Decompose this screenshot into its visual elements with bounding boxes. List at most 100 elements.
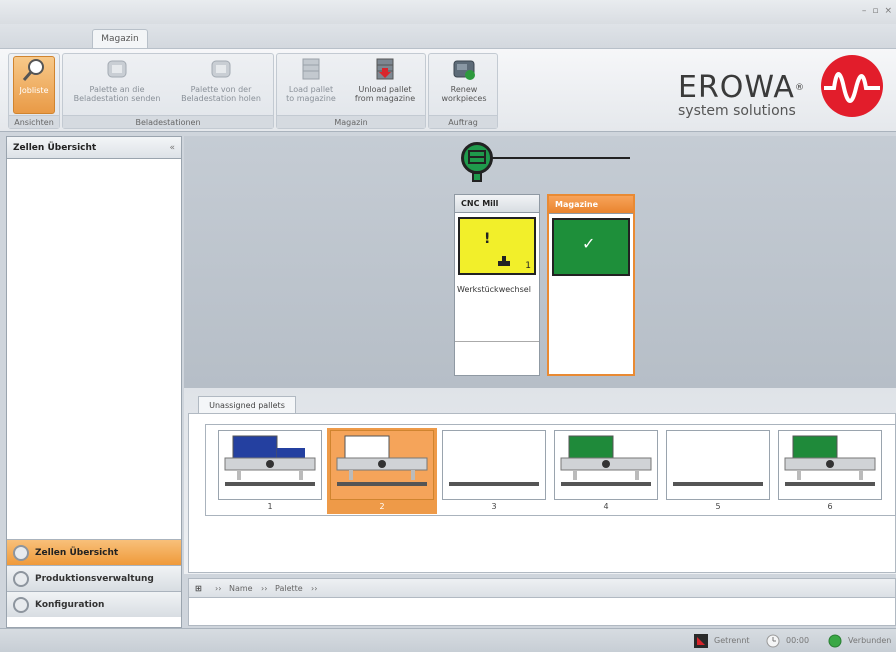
pallet-number: 5 [715,502,721,511]
nav-konfiguration[interactable]: Konfiguration [7,591,181,617]
column-palette[interactable]: Palette [275,579,303,598]
ribbon-group-magazin: Load pallet to magazine Unload pallet fr… [276,53,426,129]
load-pallet-icon [302,58,320,80]
nav-produktionsverwaltung[interactable]: Produktionsverwaltung [7,565,181,591]
title-bar: – ▫ × [0,0,896,24]
group-label-beladestationen: Beladestationen [63,115,273,128]
cell-status-tile: ✓ [552,218,630,276]
close-button[interactable]: × [884,6,892,16]
jobliste-button[interactable]: Jobliste [13,56,55,114]
jobliste-label: Jobliste [19,86,49,95]
minimize-button[interactable]: – [862,6,867,16]
cell-overview-area [184,136,896,388]
robot-gripper-icon [468,150,486,164]
grid-expand-icon[interactable]: ⊞ [195,579,202,598]
palette-senden-label-1: Palette an die [89,85,145,94]
column-separator-icon: ›› [215,584,222,593]
pallet-fetch-icon [211,60,231,78]
robot-track [478,157,630,159]
checkmark-icon: ✓ [582,234,596,253]
pallet-icon [784,435,876,486]
cell-magazine[interactable]: Magazine ✓ [547,194,635,376]
pallet-icon [673,482,763,486]
pallet-number: 6 [827,502,833,511]
disconnected-icon [694,634,708,648]
renew-icon [453,60,475,80]
pallet-icon [449,482,539,486]
group-label-magazin: Magazin [277,115,425,128]
clock-icon [766,634,780,648]
nav-icon [13,545,29,561]
ribbon-group-auftrag: Renew workpieces Auftrag [428,53,498,129]
pallet-send-icon [107,60,127,78]
pallet-slot[interactable]: 3 [439,428,549,514]
nav-label: Produktionsverwaltung [35,574,154,584]
status-time: 00:00 [786,636,810,645]
tab-magazin[interactable]: Magazin [92,29,148,49]
renew-workpieces-button[interactable]: Renew workpieces [433,56,495,103]
robot-icon[interactable] [461,142,493,174]
palette-holen-label-2: Beladestation holen [181,94,261,103]
group-label-ansichten: Ansichten [9,115,59,128]
left-panel-title: Zellen Übersicht [13,143,97,153]
pallet-number: 1 [267,502,273,511]
ribbon: Jobliste Ansichten Palette an die Belade… [0,48,896,132]
load-pallet-label-1: Load pallet [288,85,334,94]
pallet-slot[interactable]: 4 [551,428,661,514]
palette-holen-label-1: Palette von der [190,85,252,94]
load-pallet-label-2: to magazine [286,94,336,103]
pallet-slot[interactable]: 6 [775,428,885,514]
unload-pallet-label-1: Unload pallet [358,85,412,94]
cell-divider [455,341,539,342]
logo-subtitle: system solutions [678,103,796,119]
tab-unassigned-pallets[interactable]: Unassigned pallets [198,396,296,414]
erowa-logo: EROWA® system solutions [678,73,805,120]
pallet-icon [560,435,652,486]
warning-icon: ! [484,231,491,247]
group-label-auftrag: Auftrag [429,115,497,128]
unload-pallet-icon [376,58,394,80]
erowa-wave-icon [821,55,883,117]
unload-pallet-label-2: from magazine [354,94,416,103]
cell-title: Magazine [549,196,633,214]
pallet-slot[interactable]: 1 [215,428,325,514]
renew-label-2: workpieces [441,94,487,103]
pallet-icon [336,435,428,486]
load-pallet-button[interactable]: Load pallet to magazine [279,56,343,103]
ribbon-tab-strip: Magazin [0,24,896,49]
nav-label: Konfiguration [35,600,105,610]
grid-header: ⊞ ›› Name ›› Palette ›› [188,578,896,598]
window-controls: – ▫ × [862,6,892,16]
cell-count: 1 [525,261,531,271]
cell-cnc-mill[interactable]: CNC Mill ! 1 Werkstückwechsel [454,194,540,376]
column-name[interactable]: Name [229,579,253,598]
status-bar: Getrennt 00:00 Verbunden [0,628,896,652]
connected-icon [828,634,842,648]
unload-pallet-button[interactable]: Unload pallet from magazine [347,56,423,103]
pallet-slot[interactable]: 2 [327,428,437,514]
grid-body [188,598,896,626]
ribbon-group-beladestationen: Palette an die Beladestation senden Pale… [62,53,274,129]
left-panel: Zellen Übersicht « Zellen Übersicht Prod… [6,136,182,628]
nav-zellen-uebersicht[interactable]: Zellen Übersicht [7,539,181,565]
column-separator-icon: ›› [311,584,318,593]
magnifier-icon [22,59,44,81]
ribbon-group-ansichten: Jobliste Ansichten [8,53,60,129]
palette-senden-label-2: Beladestation senden [73,94,161,103]
column-separator-icon: ›› [261,584,268,593]
pallet-number: 4 [603,502,609,511]
logo-reg: ® [794,83,805,93]
maximize-button[interactable]: ▫ [872,6,878,16]
cell-status-tile: ! 1 [458,217,536,275]
palette-holen-button[interactable]: Palette von der Beladestation holen [171,56,271,103]
pallet-slot[interactable]: 5 [663,428,773,514]
pallet-icon [224,435,316,486]
workpiece-icon [498,256,510,266]
collapse-icon[interactable]: « [169,137,175,159]
left-panel-header: Zellen Übersicht « [7,137,181,159]
nav-label: Zellen Übersicht [35,548,119,558]
pallet-number: 2 [379,502,385,511]
nav-icon [13,597,29,613]
palette-senden-button[interactable]: Palette an die Beladestation senden [69,56,165,103]
pallet-number: 3 [491,502,497,511]
